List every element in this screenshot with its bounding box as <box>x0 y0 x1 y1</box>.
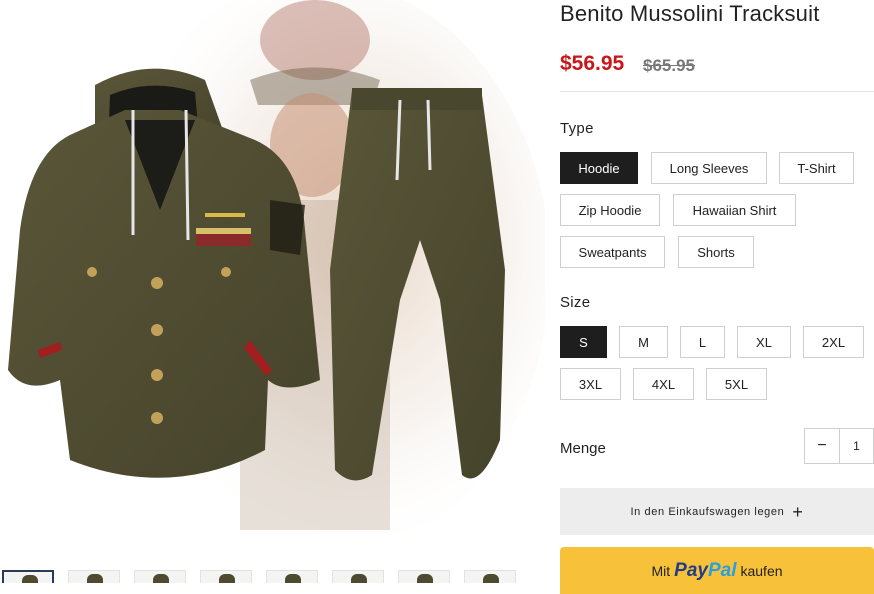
tracksuit-illustration <box>0 0 545 560</box>
size-option-xl[interactable]: XL <box>737 326 791 358</box>
thumbnail[interactable] <box>2 570 54 583</box>
paypal-logo: PayPal <box>674 559 737 581</box>
thumbnail[interactable] <box>332 570 384 583</box>
type-option-zip-hoodie[interactable]: Zip Hoodie <box>560 194 660 226</box>
thumbnail[interactable] <box>266 570 318 583</box>
paypal-button[interactable]: Mit PayPal kaufen <box>560 547 874 594</box>
type-option-sweatpants[interactable]: Sweatpants <box>560 236 665 268</box>
quantity-stepper: − 1 <box>804 428 874 464</box>
size-option-4xl[interactable]: 4XL <box>633 368 694 400</box>
size-option-l[interactable]: L <box>680 326 725 358</box>
divider <box>560 91 874 92</box>
thumbnail[interactable] <box>398 570 450 583</box>
sale-price: $56.95 <box>560 52 625 75</box>
quantity-input[interactable]: 1 <box>840 429 873 463</box>
paypal-prefix: Mit <box>651 562 671 579</box>
thumbnail[interactable] <box>68 570 120 583</box>
size-option-3xl[interactable]: 3XL <box>560 368 621 400</box>
quantity-label: Menge <box>560 440 606 457</box>
product-gallery <box>0 0 545 583</box>
size-option-m[interactable]: M <box>619 326 668 358</box>
type-option-hawaiian-shirt[interactable]: Hawaiian Shirt <box>673 194 796 226</box>
add-to-cart-button[interactable]: In den Einkaufswagen legen + <box>560 488 874 535</box>
thumbnail[interactable] <box>200 570 252 583</box>
type-option-hoodie[interactable]: Hoodie <box>560 152 638 184</box>
type-option-long-sleeves[interactable]: Long Sleeves <box>651 152 767 184</box>
size-option-5xl[interactable]: 5XL <box>706 368 767 400</box>
thumbnail[interactable] <box>134 570 186 583</box>
size-option-s[interactable]: S <box>560 326 607 358</box>
thumbnail-strip <box>0 570 545 583</box>
thumbnail[interactable] <box>464 570 516 583</box>
type-option-label: Type <box>560 120 594 137</box>
add-to-cart-label: In den Einkaufswagen legen <box>630 505 785 518</box>
type-option-t-shirt[interactable]: T-Shirt <box>779 152 854 184</box>
size-option-label: Size <box>560 294 591 311</box>
paypal-suffix: kaufen <box>740 562 783 579</box>
product-title: Benito Mussolini Tracksuit <box>560 1 820 26</box>
product-main-image[interactable] <box>0 0 545 560</box>
product-info-panel: Benito Mussolini Tracksuit $56.95 $65.95… <box>560 0 874 594</box>
quantity-decrease-button[interactable]: − <box>805 429 840 463</box>
type-option-shorts[interactable]: Shorts <box>678 236 754 268</box>
size-option-2xl[interactable]: 2XL <box>803 326 864 358</box>
plus-icon: + <box>792 501 804 522</box>
compare-price: $65.95 <box>643 56 695 75</box>
